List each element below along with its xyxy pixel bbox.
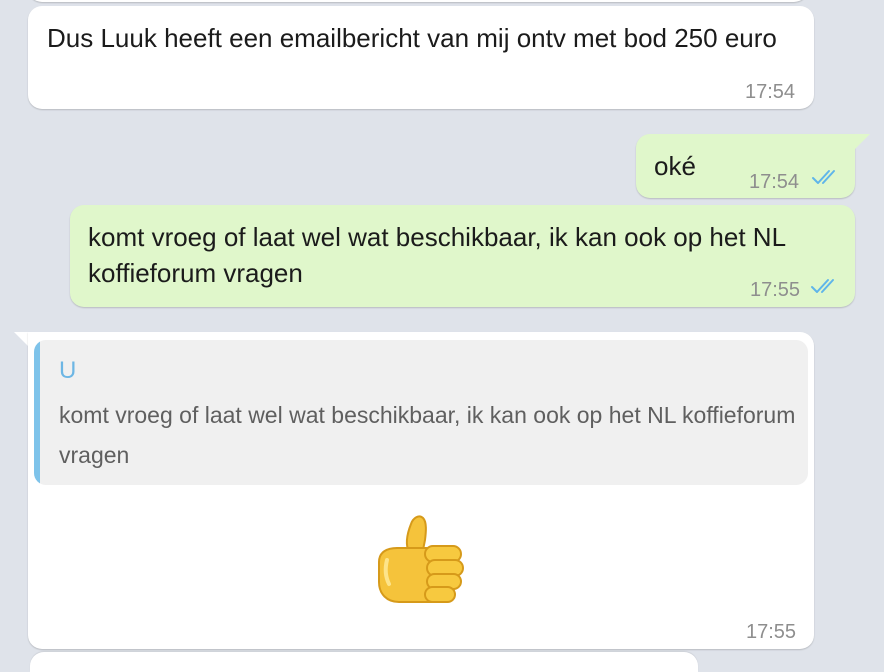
quoted-reply[interactable]: U komt vroeg of laat wel wat beschikbaar… — [34, 340, 808, 485]
message-text: komt vroeg of laat wel wat beschikbaar, … — [88, 222, 786, 288]
message-bubble-incoming[interactable]: U komt vroeg of laat wel wat beschikbaar… — [28, 332, 814, 649]
message-timestamp: 17:54 — [745, 81, 796, 103]
message-bubble-outgoing[interactable]: komt vroeg of laat wel wat beschikbaar, … — [70, 205, 855, 307]
message-timestamp: 17:55 — [750, 279, 801, 301]
message-text: Dus Luuk heeft een emailbericht van mij … — [47, 23, 777, 53]
previous-message-bubble-edge — [28, 0, 808, 2]
thumbs-up-icon — [378, 515, 464, 603]
next-message-bubble-edge — [30, 652, 698, 672]
quoted-reply-text: komt vroeg of laat wel wat beschikbaar, … — [59, 402, 796, 468]
quoted-reply-author: U — [59, 357, 77, 384]
message-timestamp: 17:55 — [746, 621, 797, 643]
read-receipt-icon — [812, 170, 835, 184]
message-bubble-outgoing[interactable]: oké 17:54 — [636, 134, 855, 198]
read-receipt-icon — [811, 279, 834, 293]
message-bubble-incoming[interactable]: Dus Luuk heeft een emailbericht van mij … — [28, 6, 814, 109]
bubble-tail — [850, 134, 870, 154]
quoted-reply-bar — [34, 340, 40, 485]
message-timestamp: 17:54 — [749, 171, 800, 193]
message-text: oké — [654, 151, 696, 181]
